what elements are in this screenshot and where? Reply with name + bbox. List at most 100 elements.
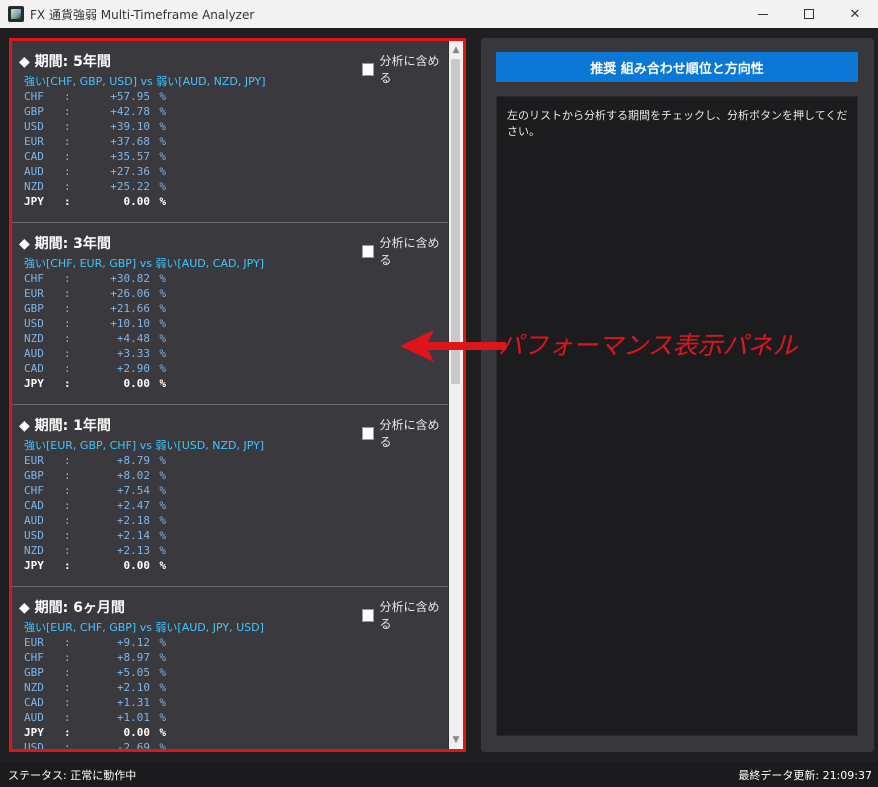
currency-row: USD: +2.14% (24, 528, 166, 543)
currency-val: +4.48 (116, 332, 150, 345)
include-checkbox-group[interactable]: 分析に含める (362, 52, 448, 86)
currency-cur: GBP (24, 105, 44, 118)
status-text: ステータス: 正常に動作中 (8, 768, 137, 782)
currency-pct: % (159, 559, 166, 572)
currency-val: +27.36 (110, 165, 150, 178)
currency-row: NZD: +2.10% (24, 680, 166, 695)
close-button[interactable]: ✕ (832, 0, 878, 28)
performance-panel: ◆ 期間: 5年間 分析に含める 強い[CHF, GBP, USD] vs 弱い[A… (9, 38, 466, 752)
currency-row: JPY: 0.00% (24, 725, 166, 740)
currency-cur: CAD (24, 499, 44, 512)
currency-cur: EUR (24, 636, 44, 649)
currency-sep: : (64, 651, 71, 664)
currency-sep: : (64, 711, 71, 724)
period-title: ◆ 期間: 1年間 (19, 418, 111, 434)
currency-cur: NZD (24, 544, 44, 557)
period-section: ◆ 期間: 5年間 分析に含める強い[CHF, GBP, USD] vs 弱い[A… (12, 41, 448, 223)
include-checkbox-group[interactable]: 分析に含める (362, 234, 448, 268)
currency-cur: CAD (24, 362, 44, 375)
include-checkbox-label[interactable]: 分析に含める (379, 52, 448, 86)
strength-summary: 強い[CHF, GBP, USD] vs 弱い[AUD, NZD, JPY] (24, 75, 266, 88)
currency-pct: % (159, 499, 166, 512)
maximize-button[interactable] (786, 0, 832, 28)
currency-cur: NZD (24, 180, 44, 193)
currency-sep: : (64, 180, 71, 193)
currency-row: GBP: +8.02% (24, 468, 166, 483)
currency-pct: % (159, 514, 166, 527)
currency-val: +2.90 (116, 362, 150, 375)
currency-sep: : (64, 135, 71, 148)
currency-cur: AUD (24, 347, 44, 360)
currency-val: +2.47 (116, 499, 150, 512)
currency-pct: % (159, 544, 166, 557)
currency-row: JPY: 0.00% (24, 194, 166, 209)
currency-val: +9.12 (116, 636, 150, 649)
currency-sep: : (64, 120, 71, 133)
strength-summary: 強い[EUR, GBP, CHF] vs 弱い[USD, NZD, JPY] (24, 439, 265, 452)
currency-val: +1.01 (116, 711, 150, 724)
result-textbox[interactable]: 左のリストから分析する期間をチェックし、分析ボタンを押してください。 (496, 96, 858, 736)
currency-val: +30.82 (110, 272, 150, 285)
period-title: ◆ 期間: 6ヶ月間 (19, 600, 125, 616)
currency-sep: : (64, 347, 71, 360)
currency-pct: % (159, 651, 166, 664)
currency-sep: : (64, 377, 71, 390)
include-checkbox[interactable] (362, 244, 375, 258)
currency-cur: EUR (24, 135, 44, 148)
currency-pct: % (159, 711, 166, 724)
scroll-down-icon[interactable]: ▼ (449, 733, 463, 747)
currency-row: EUR: +8.79% (24, 453, 166, 468)
currency-val: +8.97 (116, 651, 150, 664)
include-checkbox[interactable] (362, 62, 375, 76)
currency-pct: % (159, 726, 166, 739)
currency-row: EUR: +9.12% (24, 635, 166, 650)
include-checkbox-label[interactable]: 分析に含める (379, 234, 448, 268)
currency-sep: : (64, 272, 71, 285)
currency-val: +2.14 (116, 529, 150, 542)
currency-cur: NZD (24, 332, 44, 345)
currency-val: 0.00 (123, 377, 151, 390)
currency-sep: : (64, 317, 71, 330)
currency-pct: % (159, 362, 166, 375)
currency-pct: % (159, 741, 166, 749)
include-checkbox-group[interactable]: 分析に含める (362, 416, 448, 450)
currency-cur: GBP (24, 469, 44, 482)
currency-val: +10.10 (110, 317, 150, 330)
currency-row: JPY: 0.00% (24, 558, 166, 573)
app-icon (8, 6, 24, 22)
arrow-left-icon (400, 330, 506, 362)
currency-cur: NZD (24, 681, 44, 694)
currency-cur: GBP (24, 302, 44, 315)
maximize-icon (804, 9, 814, 19)
include-checkbox[interactable] (362, 426, 375, 440)
currency-pct: % (159, 180, 166, 193)
currency-row: CAD: +2.90% (24, 361, 166, 376)
currency-pct: % (159, 105, 166, 118)
period-title: ◆ 期間: 3年間 (19, 236, 111, 252)
minimize-button[interactable] (740, 0, 786, 28)
include-checkbox-label[interactable]: 分析に含める (379, 416, 448, 450)
include-checkbox-label[interactable]: 分析に含める (379, 598, 448, 632)
currency-row: CAD: +2.47% (24, 498, 166, 513)
period-title: ◆ 期間: 5年間 (19, 54, 111, 70)
include-checkbox-group[interactable]: 分析に含める (362, 598, 448, 632)
scrollbar[interactable]: ▲ ▼ (449, 41, 463, 749)
currency-row: CHF: +30.82% (24, 271, 166, 286)
include-checkbox[interactable] (362, 608, 375, 622)
currency-pct: % (159, 332, 166, 345)
scroll-up-icon[interactable]: ▲ (449, 43, 463, 57)
currency-cur: CHF (24, 90, 44, 103)
currency-val: -2.69 (116, 741, 150, 749)
currency-row: GBP: +42.78% (24, 104, 166, 119)
period-section: ◆ 期間: 6ヶ月間 分析に含める 強い[EUR, CHF, GBP] vs 弱い[… (12, 587, 448, 749)
currency-pct: % (159, 696, 166, 709)
currency-row: AUD: +27.36% (24, 164, 166, 179)
currency-val: +42.78 (110, 105, 150, 118)
annotation: パフォーマンス表示パネル (398, 316, 878, 376)
currency-row: NZD: +4.48% (24, 331, 166, 346)
currency-pct: % (159, 454, 166, 467)
currency-val: 0.00 (123, 726, 151, 739)
currency-pct: % (159, 484, 166, 497)
currency-val: +21.66 (110, 302, 150, 315)
currency-pct: % (159, 287, 166, 300)
